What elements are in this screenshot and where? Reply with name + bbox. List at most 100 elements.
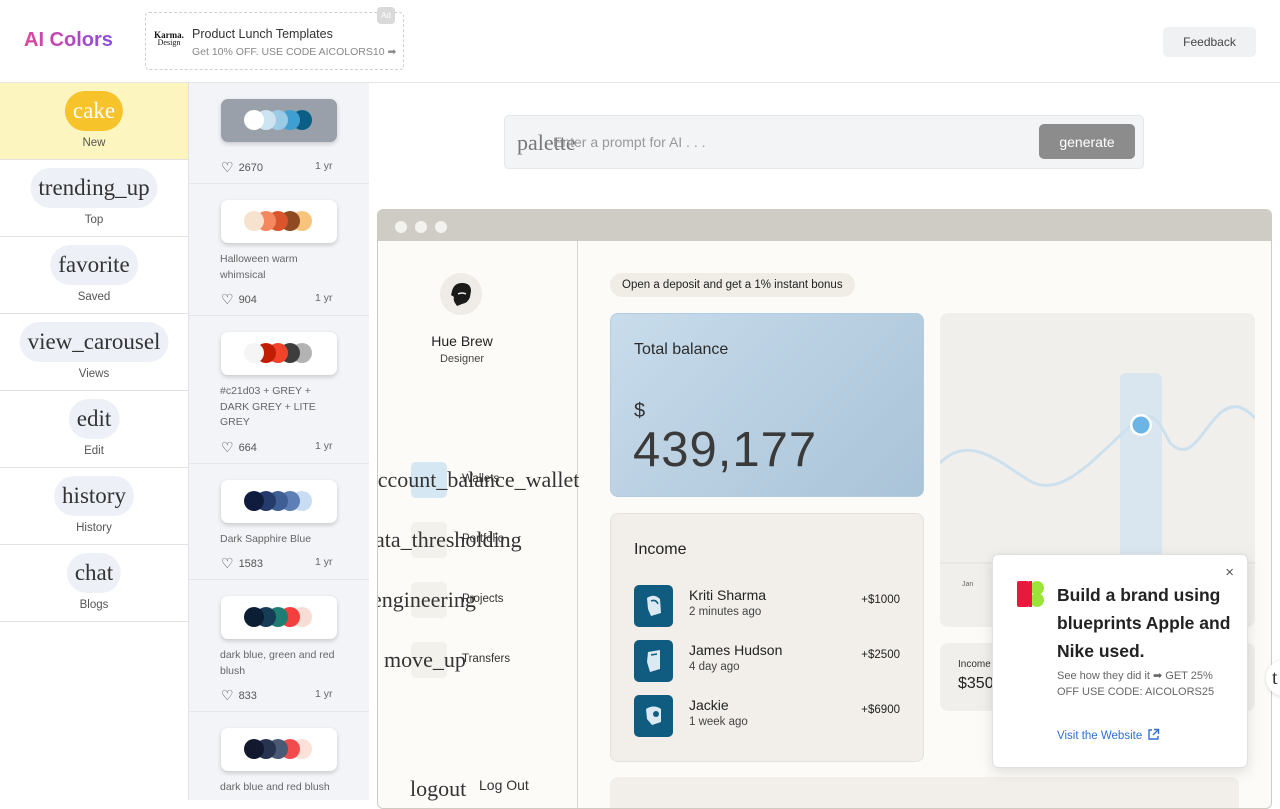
palette-card[interactable]: ♡ 2670 1 yr (189, 83, 369, 184)
sidebar-item-transfers[interactable]: move_up Transfers (378, 642, 578, 678)
transaction-amount: +$1000 (861, 594, 900, 606)
window-dot (395, 221, 407, 233)
color-swatch-dot[interactable] (244, 491, 264, 511)
heart-icon[interactable]: ♡ (221, 159, 234, 176)
palette-card[interactable]: Dark Sapphire Blue ♡ 1583 1 yr (189, 464, 369, 580)
heart-icon[interactable]: ♡ (221, 291, 234, 308)
palette-swatch[interactable] (221, 99, 337, 142)
palette-card[interactable]: dark blue and red blush (189, 712, 369, 800)
palette-name: #c21d03 + GREY + DARK GREY + LITE GREY (220, 385, 316, 428)
top-header: AI Colors Karma. Design Product Lunch Tem… (0, 0, 1280, 83)
palette-name: Halloween warm whimsical (220, 253, 298, 281)
window-dot (415, 221, 427, 233)
balance-card: Total balance $ 439,177 (610, 313, 924, 497)
color-swatch-dot[interactable] (244, 343, 264, 363)
palette-swatch[interactable] (221, 200, 337, 243)
palette-swatch[interactable] (221, 332, 337, 375)
edit-icon: edit (68, 399, 120, 439)
transaction-row[interactable]: Kriti Sharma 2 minutes ago +$1000 (634, 585, 904, 627)
like-count[interactable]: ♡ 2670 (221, 159, 263, 176)
sponsored-ad[interactable]: Karma. Design Product Lunch Templates Get… (145, 7, 404, 70)
logout-icon[interactable]: logout (410, 776, 466, 802)
heart-icon[interactable]: ♡ (221, 687, 234, 704)
heart-icon[interactable]: ♡ (221, 439, 234, 456)
palette-name: Dark Sapphire Blue (220, 533, 312, 545)
income-card: Income Kriti Sharma 2 minutes ago +$1000… (610, 513, 924, 762)
nav-item-top[interactable]: trending_up Top (0, 160, 188, 237)
nav-item-new[interactable]: cake New (0, 83, 188, 160)
color-swatch-dot[interactable] (244, 211, 264, 231)
color-swatch-dot[interactable] (244, 607, 264, 627)
transaction-avatar (634, 695, 673, 737)
ad-subtitle: Get 10% OFF. USE CODE AICOLORS10 ➡ (192, 46, 397, 58)
palette-card[interactable]: dark blue, green and red blush ♡ 833 1 yr (189, 580, 369, 712)
popup-title: Build a brand using blueprints Apple and… (1057, 585, 1231, 661)
palette-swatch[interactable] (221, 728, 337, 771)
palette-swatch[interactable] (221, 480, 337, 523)
palette-card[interactable]: #c21d03 + GREY + DARK GREY + LITE GREY ♡… (189, 316, 369, 464)
nav-label: New (82, 137, 106, 149)
nav-item-views[interactable]: view_carousel Views (0, 314, 188, 391)
preview-sidebar: Hue Brew Designer account_balance_wallet… (378, 241, 579, 808)
like-count[interactable]: ♡ 664 (221, 439, 257, 456)
transaction-name: Kriti Sharma (689, 587, 767, 603)
income-summary-value: $350 (958, 675, 994, 692)
transaction-avatar (634, 640, 673, 682)
like-count[interactable]: ♡ 904 (221, 291, 257, 308)
left-nav: cake New trending_up Top favorite Saved … (0, 83, 189, 800)
logout-label[interactable]: Log Out (479, 777, 529, 793)
nav-label: Saved (77, 291, 111, 303)
palette-card[interactable]: Halloween warm whimsical ♡ 904 1 yr (189, 184, 369, 316)
transaction-avatar (634, 585, 673, 627)
promo-pill[interactable]: Open a deposit and get a 1% instant bonu… (610, 273, 855, 297)
sidebar-item-portfolio[interactable]: data_thresholding Portfolio (378, 522, 578, 558)
palette-swatch[interactable] (221, 596, 337, 639)
chart-month-label: Jan (962, 581, 974, 588)
visit-website-link[interactable]: Visit the Website (1057, 728, 1160, 742)
palette-age: 1 yr (315, 440, 333, 452)
transaction-time: 1 week ago (689, 716, 748, 728)
palette-name: dark blue, green and red blush (220, 649, 335, 677)
like-count[interactable]: ♡ 1583 (221, 555, 263, 572)
sidebar-item-label: Projects (462, 593, 504, 605)
like-count[interactable]: ♡ 833 (221, 687, 257, 704)
nav-label: Blogs (79, 599, 109, 611)
balance-currency: $ (634, 400, 646, 422)
sidebar-item-projects[interactable]: engineering Projects (378, 582, 578, 618)
palette-age: 1 yr (315, 556, 333, 568)
nav-item-edit[interactable]: edit Edit (0, 391, 188, 468)
transaction-row[interactable]: James Hudson 4 day ago +$2500 (634, 640, 904, 682)
close-icon[interactable]: × (1225, 564, 1234, 581)
ad-badge: Ad (377, 7, 395, 24)
karma-design-logo: Karma. Design (154, 30, 184, 47)
income-title: Income (634, 541, 687, 558)
palette-age: 1 yr (315, 688, 333, 700)
palette-list: ♡ 2670 1 yr Halloween warm whimsical ♡ 904… (189, 83, 369, 800)
nav-label: Views (78, 368, 110, 380)
sidebar-item-label: Transfers (462, 653, 511, 665)
nav-item-history[interactable]: history History (0, 468, 188, 545)
move-up-icon: move_up (384, 647, 466, 672)
transaction-name: Jackie (689, 697, 729, 713)
transaction-row[interactable]: Jackie 1 week ago +$6900 (634, 695, 904, 737)
palette-name: dark blue and red blush (220, 781, 330, 793)
feedback-button[interactable]: Feedback (1163, 27, 1256, 57)
nav-item-saved[interactable]: favorite Saved (0, 237, 188, 314)
prompt-input[interactable] (553, 131, 1023, 153)
heart-icon[interactable]: ♡ (221, 555, 234, 572)
history-icon: history (54, 476, 134, 516)
user-role: Designer (439, 353, 485, 365)
transaction-time: 2 minutes ago (689, 606, 762, 618)
balance-title: Total balance (634, 341, 729, 358)
trending-up-icon: trending_up (30, 168, 158, 208)
color-swatch-dot[interactable] (244, 110, 264, 130)
color-swatch-dot[interactable] (244, 739, 264, 759)
popup-description: See how they did it ➡ GET 25% OFF USE CO… (1057, 670, 1215, 698)
window-title-bar (378, 210, 1271, 241)
generate-button[interactable]: generate (1039, 124, 1135, 159)
external-link-icon (1148, 728, 1160, 740)
nav-item-blogs[interactable]: chat Blogs (0, 545, 188, 622)
brand-logo-icon (1017, 579, 1047, 609)
app-logo[interactable]: AI Colors (24, 29, 113, 52)
sidebar-item-wallets[interactable]: account_balance_wallet Wallets (378, 462, 579, 498)
